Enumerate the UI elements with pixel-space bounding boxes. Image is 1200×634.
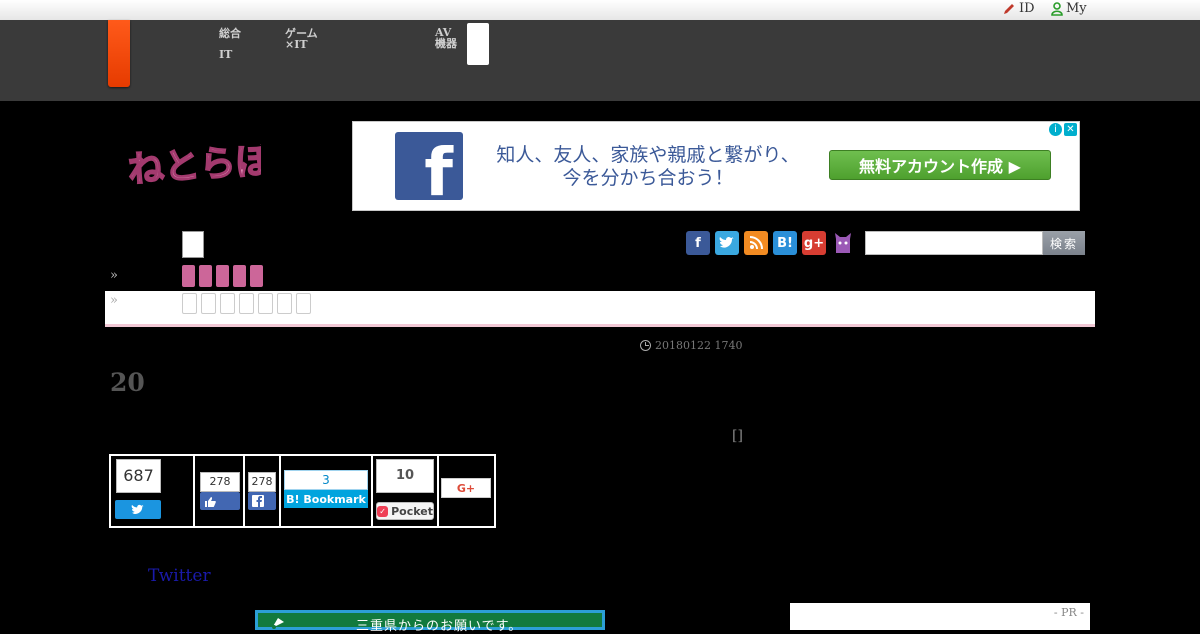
subcategory-tab[interactable] — [258, 293, 273, 314]
logo-text: ねとらぼ — [127, 140, 261, 191]
subcategory-tab[interactable] — [220, 293, 235, 314]
pocket-share: 10 ✓ Pocket — [373, 456, 439, 526]
adchoices-info-icon[interactable]: i — [1049, 123, 1062, 136]
pink-tab[interactable] — [199, 265, 212, 287]
googleplus-share: G+ — [439, 456, 494, 526]
ad-copy-line2: 今を分かち合おう！ — [562, 167, 734, 189]
my-link[interactable]: My — [1051, 1, 1087, 16]
googleplus-icon[interactable]: g+ — [802, 231, 826, 255]
pocket-count: 10 — [376, 459, 434, 493]
header-search-box[interactable] — [467, 23, 489, 65]
facebook-logo-icon: f — [395, 132, 463, 206]
pink-tab[interactable] — [182, 265, 195, 287]
subcategory-tabs — [182, 293, 311, 314]
ad-copy: 知人、友人、家族や親戚と繋がり、 今を分かち合おう！ — [493, 144, 803, 190]
breadcrumb-arrow-2: » — [110, 293, 118, 308]
id-link-label: ID — [1019, 1, 1035, 16]
pink-category-tabs — [182, 265, 263, 287]
clock-icon — [640, 340, 651, 351]
rss-icon[interactable] — [744, 231, 768, 255]
twitter-bird-icon — [131, 504, 144, 514]
facebook-share: 278 — [245, 456, 281, 526]
facebook-ad-banner[interactable]: f 知人、友人、家族や親戚と繋がり、 今を分かち合おう！ 無料アカウント作成 ▶… — [352, 121, 1080, 211]
site-search: 検索 — [865, 231, 1085, 255]
googleplus-button[interactable]: G+ — [441, 478, 491, 498]
pocket-button-label: Pocket — [391, 504, 433, 518]
twitter-icon[interactable] — [715, 231, 739, 255]
hatena-bookmark: 3 B! Bookmark — [281, 456, 373, 526]
pink-tab[interactable] — [216, 265, 229, 287]
pencil-icon — [1004, 3, 1014, 14]
hatena-icon[interactable]: B! — [773, 231, 797, 255]
datetime-text: 20180122 1740 — [655, 339, 743, 352]
search-input[interactable] — [865, 231, 1043, 255]
twitter-link[interactable]: Twitter — [148, 566, 211, 586]
nav-item-general[interactable]: 総合 — [219, 28, 241, 39]
fan-icon — [272, 618, 284, 629]
facebook-f-icon — [252, 495, 264, 507]
mie-prefecture-banner[interactable]: 三重県からのお願いです。 — [255, 610, 605, 634]
hatena-bookmark-button[interactable]: B! Bookmark — [284, 490, 368, 508]
site-logo[interactable]: ねとらぼ — [126, 138, 261, 193]
create-account-button[interactable]: 無料アカウント作成 ▶ — [829, 150, 1051, 180]
pink-tab[interactable] — [233, 265, 246, 287]
nav-item-it[interactable]: IT — [219, 49, 232, 60]
pocket-icon: ✓ — [377, 505, 389, 517]
pocket-button[interactable]: ✓ Pocket — [376, 502, 434, 520]
user-icon — [1051, 1, 1063, 16]
subcategory-tab[interactable] — [277, 293, 292, 314]
share-widgets: 687 278 278 3 B! Bookmark 10 ✓ Pocket G+ — [109, 454, 496, 528]
twitter-share: 687 — [111, 456, 195, 526]
subcategory-tab[interactable] — [296, 293, 311, 314]
facebook-share-count: 278 — [248, 472, 276, 492]
thumbs-up-icon — [205, 496, 216, 507]
search-button[interactable]: 検索 — [1043, 231, 1085, 255]
author-bracket: [] — [732, 428, 743, 444]
home-tab[interactable] — [108, 20, 130, 87]
top-utility-bar: ID My — [0, 0, 1200, 21]
subcategory-tab[interactable] — [182, 293, 197, 314]
breadcrumb-bar: » — [105, 291, 1095, 327]
subcategory-tab[interactable] — [239, 293, 254, 314]
article-datetime: 20180122 1740 — [640, 339, 742, 352]
subcategory-tab[interactable] — [201, 293, 216, 314]
article-headline: 20 — [110, 368, 145, 397]
tweet-button[interactable] — [115, 500, 161, 519]
category-select-box[interactable] — [182, 231, 204, 258]
cat-icon[interactable] — [831, 231, 855, 255]
facebook-share-button[interactable] — [248, 492, 276, 510]
header-band: 総合 IT ゲーム×IT AV機器 — [0, 20, 1200, 101]
nav-item-av[interactable]: AV機器 — [435, 27, 457, 49]
social-icon-row: f B! g+ — [686, 231, 855, 255]
facebook-like: 278 — [195, 456, 245, 526]
hatena-bookmark-count: 3 — [284, 470, 368, 490]
twitter-share-count: 687 — [116, 459, 161, 493]
pr-label: - PR - — [1053, 606, 1084, 619]
pr-sidebar-box: - PR - — [790, 603, 1090, 630]
breadcrumb-arrow-1: » — [110, 268, 118, 283]
ad-close-icon[interactable]: ✕ — [1064, 123, 1077, 136]
facebook-like-button[interactable] — [200, 492, 240, 510]
facebook-icon[interactable]: f — [686, 231, 710, 255]
pink-tab[interactable] — [250, 265, 263, 287]
ad-copy-line1: 知人、友人、家族や親戚と繋がり、 — [496, 144, 800, 166]
nav-item-game-it[interactable]: ゲーム×IT — [285, 28, 325, 50]
ad-choices[interactable]: i ✕ — [1049, 123, 1077, 136]
my-link-label: My — [1066, 1, 1087, 16]
facebook-like-count: 278 — [200, 472, 240, 492]
id-link[interactable]: ID — [1002, 1, 1035, 16]
mie-banner-text: 三重県からのお願いです。 — [356, 619, 523, 634]
